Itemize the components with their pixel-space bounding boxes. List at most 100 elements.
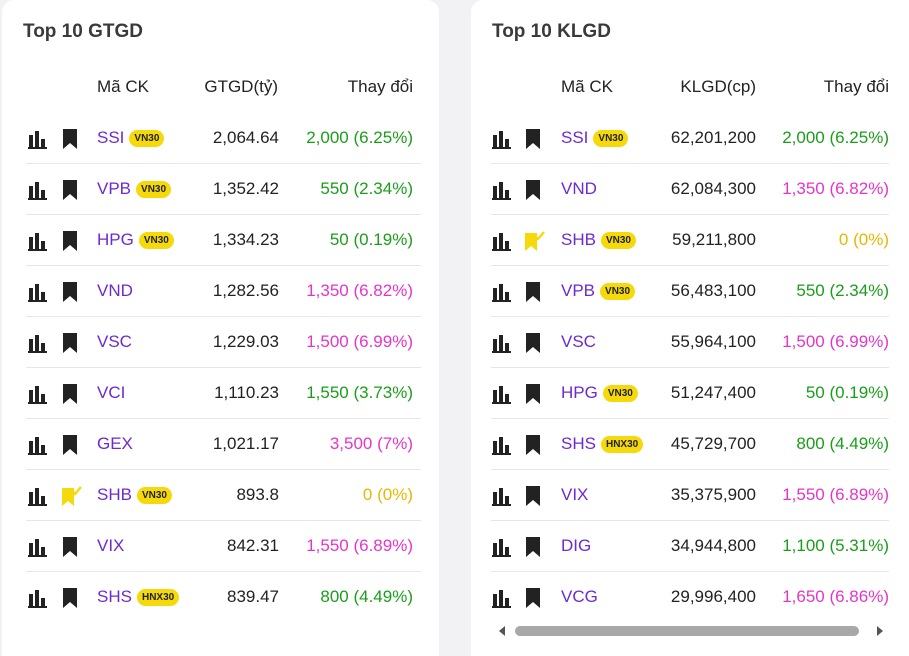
stock-code-link[interactable]: VSC: [97, 332, 132, 352]
stock-code[interactable]: SHB: [561, 230, 596, 250]
bar-chart-icon[interactable]: [492, 333, 512, 353]
stock-code[interactable]: VIX: [561, 485, 588, 505]
bar-chart-icon[interactable]: [28, 333, 48, 353]
stock-code-link[interactable]: VPB VN30: [97, 179, 172, 199]
bookmark-icon[interactable]: [60, 128, 80, 150]
table-row[interactable]: SHS HNX30 839.47 800 (4.49%): [26, 572, 421, 623]
horizontal-scrollbar[interactable]: [495, 621, 887, 641]
stock-code-link[interactable]: SHS HNX30: [97, 587, 180, 607]
stock-code[interactable]: VCI: [97, 383, 125, 403]
stock-code[interactable]: VND: [561, 179, 597, 199]
bookmark-icon[interactable]: [523, 587, 543, 609]
bookmark-icon[interactable]: [60, 230, 80, 252]
table-row[interactable]: VIX 842.31 1,550 (6.89%): [26, 521, 421, 572]
table-row[interactable]: DIG 34,944,800 1,100 (5.31%): [491, 521, 889, 572]
stock-code[interactable]: VND: [97, 281, 133, 301]
stock-code-link[interactable]: DIG: [561, 536, 591, 556]
bar-chart-icon[interactable]: [28, 231, 48, 251]
bookmark-icon[interactable]: [523, 536, 543, 558]
stock-code[interactable]: SSI: [561, 128, 588, 148]
table-row[interactable]: VND 62,084,300 1,350 (6.82%): [491, 164, 889, 215]
bar-chart-icon[interactable]: [492, 282, 512, 302]
stock-code[interactable]: GEX: [97, 434, 133, 454]
scrollbar-thumb[interactable]: [515, 626, 859, 636]
stock-code-link[interactable]: VIX: [97, 536, 124, 556]
stock-code-link[interactable]: HPG VN30: [97, 230, 174, 250]
stock-code-link[interactable]: SSI VN30: [561, 128, 629, 148]
bookmark-icon[interactable]: [60, 434, 80, 456]
stock-code-link[interactable]: VCI: [97, 383, 125, 403]
stock-code-link[interactable]: VND: [561, 179, 597, 199]
table-row[interactable]: SHB VN30 893.8 0 (0%): [26, 470, 421, 521]
bar-chart-icon[interactable]: [28, 537, 48, 557]
bar-chart-icon[interactable]: [28, 129, 48, 149]
bar-chart-icon[interactable]: [492, 588, 512, 608]
table-row[interactable]: VSC 55,964,100 1,500 (6.99%): [491, 317, 889, 368]
stock-code[interactable]: VIX: [97, 536, 124, 556]
table-row[interactable]: SSI VN30 62,201,200 2,000 (6.25%): [491, 113, 889, 164]
bar-chart-icon[interactable]: [28, 282, 48, 302]
stock-code[interactable]: DIG: [561, 536, 591, 556]
bar-chart-icon[interactable]: [492, 231, 512, 251]
stock-code-link[interactable]: VSC: [561, 332, 596, 352]
table-row[interactable]: HPG VN30 1,334.23 50 (0.19%): [26, 215, 421, 266]
bar-chart-icon[interactable]: [492, 435, 512, 455]
bar-chart-icon[interactable]: [28, 588, 48, 608]
stock-code[interactable]: SSI: [97, 128, 124, 148]
bar-chart-icon[interactable]: [28, 435, 48, 455]
stock-code[interactable]: HPG: [561, 383, 598, 403]
bookmark-icon[interactable]: [60, 536, 80, 558]
stock-code-link[interactable]: VCG: [561, 587, 598, 607]
bookmark-icon[interactable]: [523, 179, 543, 201]
table-row[interactable]: SHB VN30 59,211,800 0 (0%): [491, 215, 889, 266]
table-row[interactable]: SSI VN30 2,064.64 2,000 (6.25%): [26, 113, 421, 164]
stock-code[interactable]: VSC: [561, 332, 596, 352]
stock-code-link[interactable]: SHB VN30: [97, 485, 172, 505]
stock-code[interactable]: VPB: [561, 281, 595, 301]
bookmark-check-icon[interactable]: [60, 485, 82, 507]
table-row[interactable]: HPG VN30 51,247,400 50 (0.19%): [491, 368, 889, 419]
stock-code[interactable]: SHB: [97, 485, 132, 505]
bookmark-icon[interactable]: [60, 587, 80, 609]
bar-chart-icon[interactable]: [492, 537, 512, 557]
table-row[interactable]: SHS HNX30 45,729,700 800 (4.49%): [491, 419, 889, 470]
bookmark-icon[interactable]: [60, 383, 80, 405]
bar-chart-icon[interactable]: [492, 129, 512, 149]
bar-chart-icon[interactable]: [492, 486, 512, 506]
bookmark-icon[interactable]: [523, 332, 543, 354]
stock-code-link[interactable]: VND: [97, 281, 133, 301]
bar-chart-icon[interactable]: [28, 384, 48, 404]
stock-code[interactable]: VSC: [97, 332, 132, 352]
bookmark-icon[interactable]: [60, 332, 80, 354]
bookmark-icon[interactable]: [523, 434, 543, 456]
bookmark-icon[interactable]: [60, 281, 80, 303]
table-row[interactable]: VCG 29,996,400 1,650 (6.86%): [491, 572, 889, 623]
stock-code-link[interactable]: SHS HNX30: [561, 434, 644, 454]
stock-code-link[interactable]: SSI VN30: [97, 128, 165, 148]
stock-code[interactable]: VCG: [561, 587, 598, 607]
bookmark-icon[interactable]: [60, 179, 80, 201]
bookmark-icon[interactable]: [523, 383, 543, 405]
table-row[interactable]: VCI 1,110.23 1,550 (3.73%): [26, 368, 421, 419]
stock-code-link[interactable]: VIX: [561, 485, 588, 505]
bar-chart-icon[interactable]: [492, 180, 512, 200]
stock-code[interactable]: SHS: [97, 587, 132, 607]
bookmark-icon[interactable]: [523, 485, 543, 507]
scroll-right-icon[interactable]: [877, 626, 883, 636]
bookmark-icon[interactable]: [523, 128, 543, 150]
stock-code[interactable]: SHS: [561, 434, 596, 454]
table-row[interactable]: VND 1,282.56 1,350 (6.82%): [26, 266, 421, 317]
bookmark-icon[interactable]: [523, 281, 543, 303]
table-row[interactable]: VIX 35,375,900 1,550 (6.89%): [491, 470, 889, 521]
stock-code-link[interactable]: HPG VN30: [561, 383, 638, 403]
stock-code-link[interactable]: VPB VN30: [561, 281, 636, 301]
scroll-left-icon[interactable]: [499, 626, 505, 636]
table-row[interactable]: GEX 1,021.17 3,500 (7%): [26, 419, 421, 470]
bookmark-check-icon[interactable]: [523, 230, 545, 252]
bar-chart-icon[interactable]: [28, 486, 48, 506]
table-row[interactable]: VPB VN30 1,352.42 550 (2.34%): [26, 164, 421, 215]
stock-code[interactable]: HPG: [97, 230, 134, 250]
stock-code-link[interactable]: GEX: [97, 434, 133, 454]
stock-code[interactable]: VPB: [97, 179, 131, 199]
bar-chart-icon[interactable]: [28, 180, 48, 200]
